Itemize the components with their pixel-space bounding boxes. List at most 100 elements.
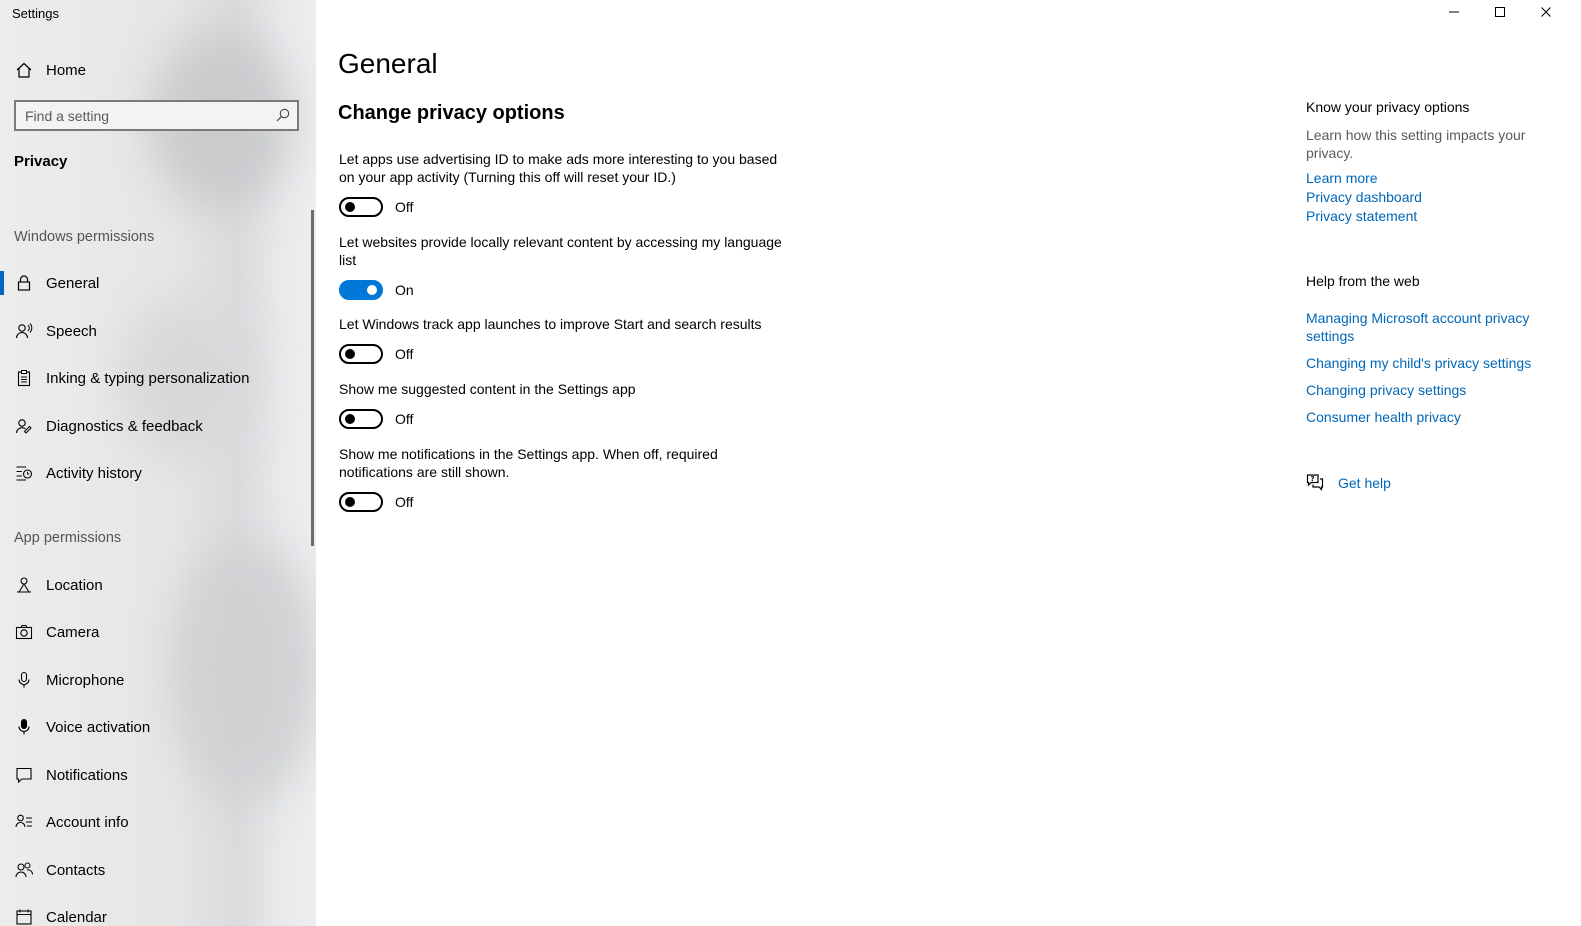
svg-text:?: ? [1311, 475, 1315, 483]
location-icon [14, 575, 34, 595]
setting-advertising-id: Let apps use advertising ID to make ads … [339, 150, 789, 217]
sidebar-item-label: Calendar [46, 908, 107, 926]
sidebar-item-label: Speech [46, 322, 97, 340]
setting-description: Let websites provide locally relevant co… [339, 234, 782, 268]
toggle-switch[interactable] [339, 409, 383, 429]
section-title: Privacy [14, 153, 68, 170]
minimize-button[interactable] [1431, 0, 1477, 28]
sidebar-item-label: Activity history [46, 464, 142, 482]
microphone-icon [14, 670, 34, 690]
sidebar-item-label: Camera [46, 623, 100, 641]
sidebar-item-label: Voice activation [46, 718, 151, 736]
setting-settings-notifications: Show me notifications in the Settings ap… [339, 445, 789, 512]
toggle-state-label: Off [395, 346, 414, 362]
sidebar-item-camera[interactable]: Camera [0, 612, 312, 652]
toggle-knob [345, 414, 355, 424]
help-web-heading: Help from the web [1306, 273, 1420, 289]
close-button[interactable] [1523, 0, 1569, 28]
home-icon [14, 60, 34, 80]
sidebar-item-label: Location [46, 576, 103, 594]
privacy-statement-link[interactable]: Privacy statement [1306, 207, 1417, 225]
setting-track-app-launches: Let Windows track app launches to improv… [339, 315, 789, 364]
privacy-dashboard-link[interactable]: Privacy dashboard [1306, 188, 1422, 206]
toggle-row: Off [339, 344, 789, 364]
toggle-row: Off [339, 409, 789, 429]
sidebar-item-label: Contacts [46, 861, 106, 879]
toggle-switch[interactable] [339, 197, 383, 217]
sidebar-item-notifications[interactable]: Notifications [0, 755, 312, 795]
sidebar-item-label: Home [46, 61, 87, 79]
toggle-switch[interactable] [339, 344, 383, 364]
section-subheading: Change privacy options [338, 102, 565, 124]
sidebar-item-voice-activation[interactable]: Voice activation [0, 707, 312, 747]
changing-privacy-link[interactable]: Changing privacy settings [1306, 381, 1466, 399]
sidebar-item-label: Notifications [46, 766, 128, 784]
child-privacy-link[interactable]: Changing my child's privacy settings [1306, 354, 1531, 372]
sidebar-item-inking-typing[interactable]: Inking & typing personalization [0, 358, 312, 398]
calendar-icon [14, 907, 34, 926]
sidebar-item-general[interactable]: General [0, 263, 312, 303]
get-help-link[interactable]: Get help [1338, 474, 1391, 492]
contacts-icon [14, 860, 34, 880]
maximize-icon [1494, 5, 1506, 23]
sidebar-item-calendar[interactable]: Calendar [0, 897, 312, 926]
sidebar-item-home[interactable]: Home [0, 54, 316, 86]
sidebar-item-speech[interactable]: Speech [0, 311, 312, 351]
search-icon[interactable] [275, 107, 291, 123]
sidebar: Settings Home Privacy Windows permission… [0, 0, 316, 926]
setting-description: Let Windows track app launches to improv… [339, 316, 762, 332]
get-help-icon[interactable]: ? [1306, 473, 1324, 491]
maximize-button[interactable] [1477, 0, 1523, 28]
toggle-knob [345, 202, 355, 212]
toggle-switch[interactable] [339, 492, 383, 512]
learn-more-link[interactable]: Learn more [1306, 169, 1378, 187]
sidebar-item-diagnostics[interactable]: Diagnostics & feedback [0, 406, 312, 446]
setting-description: Show me suggested content in the Setting… [339, 381, 636, 397]
speech-icon [14, 321, 34, 341]
sidebar-item-activity-history[interactable]: Activity history [0, 453, 312, 493]
know-privacy-text: Learn how this setting impacts your priv… [1306, 127, 1526, 161]
setting-suggested-content: Show me suggested content in the Setting… [339, 380, 789, 429]
activity-history-icon [14, 463, 34, 483]
app-title: Settings [12, 6, 59, 21]
toggle-row: Off [339, 197, 789, 217]
search-box[interactable] [14, 100, 299, 131]
clipboard-icon [14, 368, 34, 388]
minimize-icon [1448, 5, 1460, 23]
setting-description: Show me notifications in the Settings ap… [339, 446, 718, 480]
toggle-row: Off [339, 492, 789, 512]
toggle-state-label: On [395, 282, 414, 298]
group-header-windows-permissions: Windows permissions [14, 229, 155, 245]
close-icon [1540, 5, 1552, 23]
toggle-knob [345, 497, 355, 507]
sidebar-item-microphone[interactable]: Microphone [0, 660, 312, 700]
toggle-knob [345, 349, 355, 359]
sidebar-item-account-info[interactable]: Account info [0, 802, 312, 842]
toggle-state-label: Off [395, 494, 414, 510]
sidebar-item-location[interactable]: Location [0, 565, 312, 605]
search-input[interactable] [16, 102, 266, 129]
managing-account-privacy-link[interactable]: Managing Microsoft account privacy setti… [1306, 309, 1551, 345]
toggle-row: On [339, 280, 789, 300]
camera-icon [14, 622, 34, 642]
lock-icon [14, 273, 34, 293]
sidebar-item-label: General [46, 274, 100, 292]
voice-activation-icon [14, 717, 34, 737]
toggle-state-label: Off [395, 411, 414, 427]
setting-description: Let apps use advertising ID to make ads … [339, 151, 778, 185]
sidebar-item-label: Microphone [46, 671, 125, 689]
setting-language-list: Let websites provide locally relevant co… [339, 233, 789, 300]
consumer-health-privacy-link[interactable]: Consumer health privacy [1306, 408, 1461, 426]
toggle-knob [367, 285, 377, 295]
toggle-switch[interactable] [339, 280, 383, 300]
page-title: General [338, 48, 438, 79]
group-header-app-permissions: App permissions [14, 530, 122, 546]
sidebar-scrollbar[interactable] [311, 210, 314, 546]
toggle-state-label: Off [395, 199, 414, 215]
feedback-icon [14, 416, 34, 436]
sidebar-item-label: Diagnostics & feedback [46, 417, 203, 435]
sidebar-item-label: Inking & typing personalization [46, 369, 250, 387]
notifications-icon [14, 765, 34, 785]
account-info-icon [14, 812, 34, 832]
sidebar-item-contacts[interactable]: Contacts [0, 850, 312, 890]
